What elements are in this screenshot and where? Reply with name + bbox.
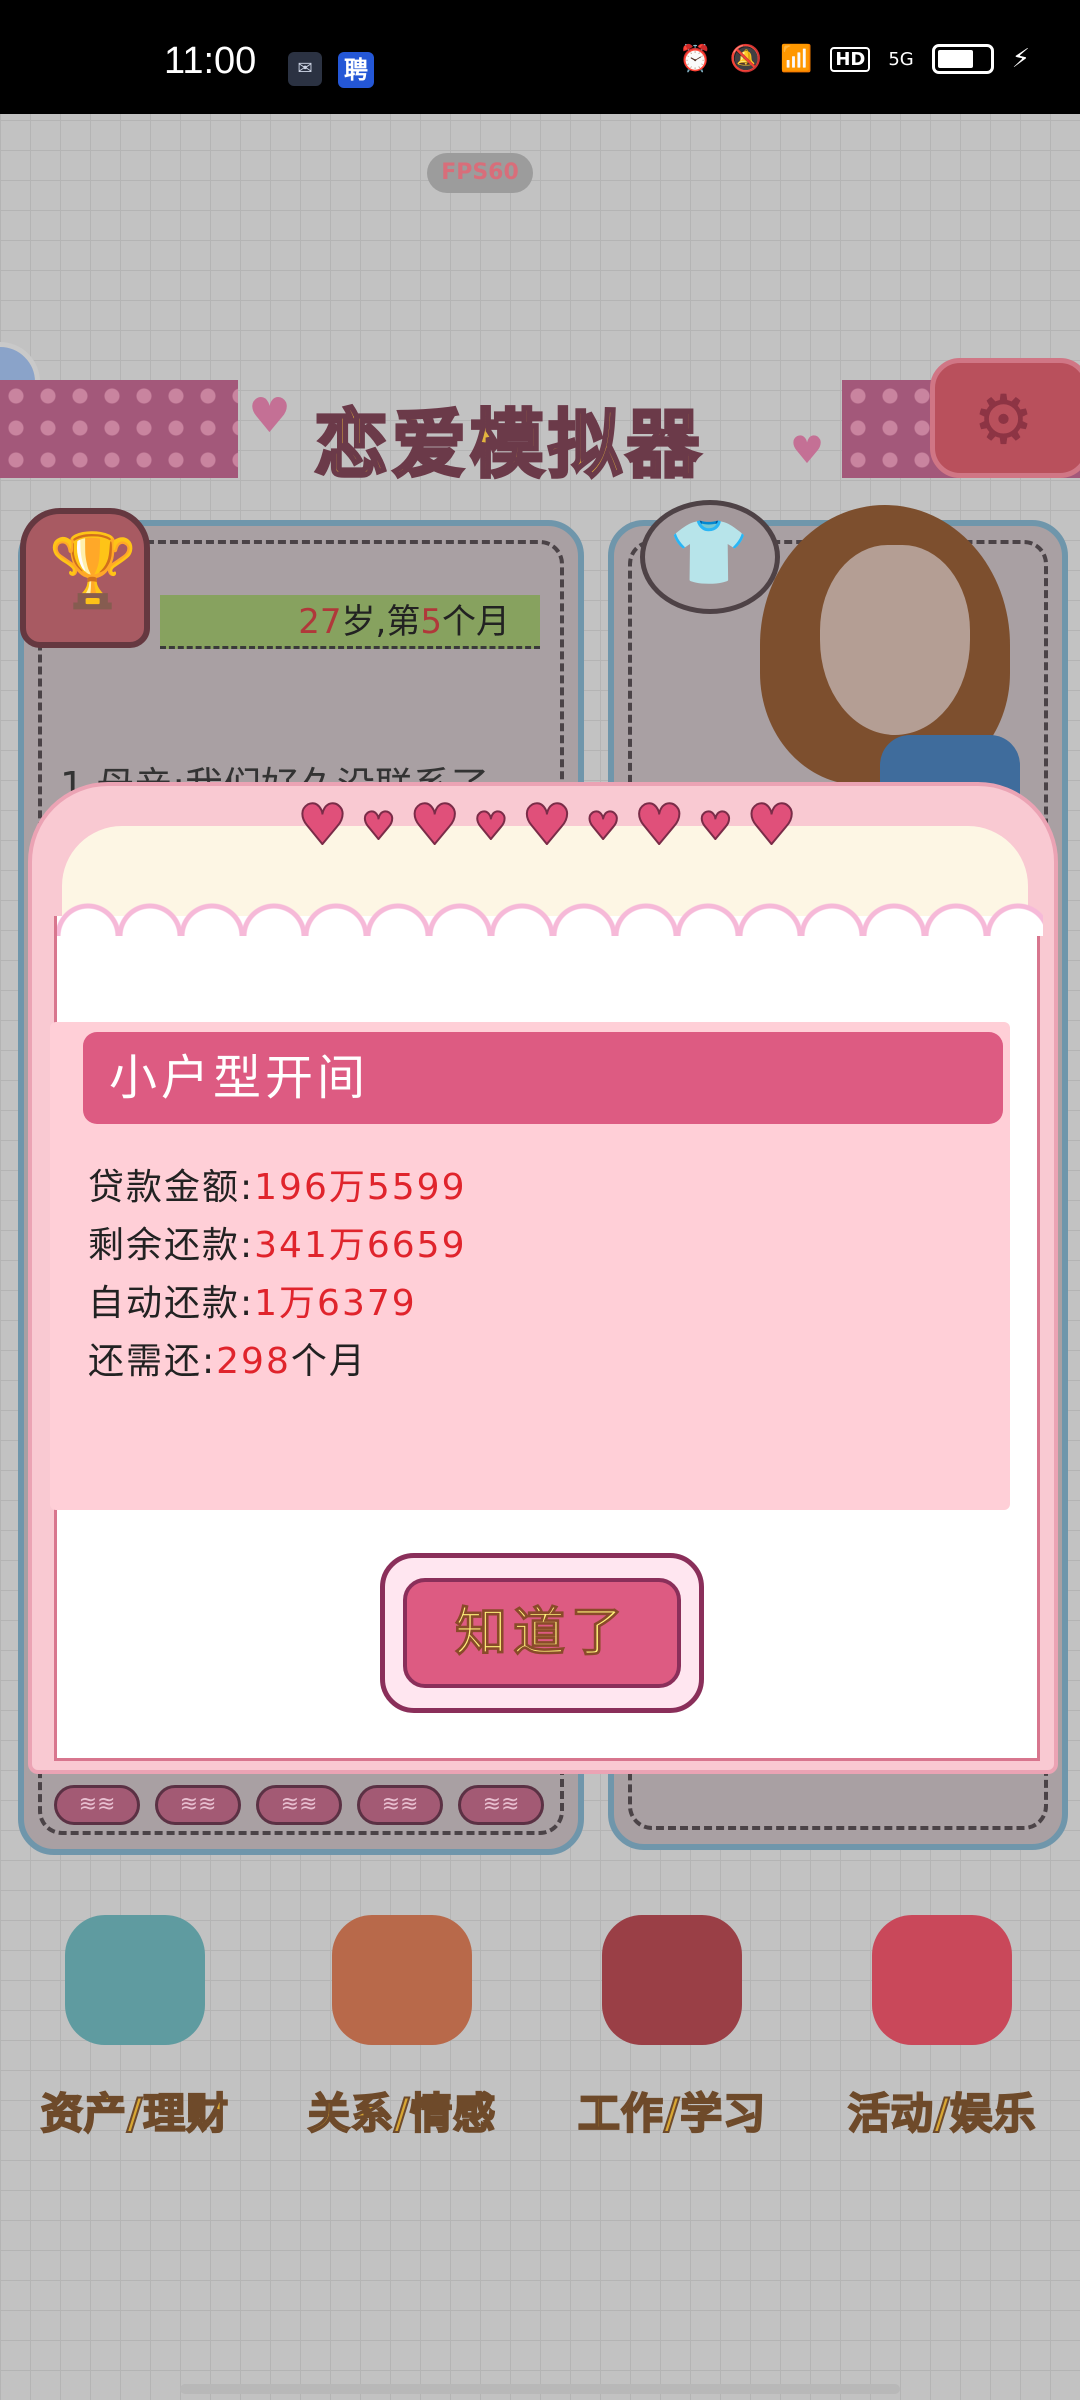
candy-icon: ≋≋ xyxy=(155,1785,241,1825)
info-label: 自动还款: xyxy=(88,1283,255,1324)
menu-label: 资产/理财 xyxy=(40,2088,230,2139)
open-book-icon xyxy=(602,1915,742,2045)
candy-icon: ≋≋ xyxy=(256,1785,342,1825)
status-bar: 11:00 ✉ 聘 ⏰ 🔕 📶 HD 5G ⚡ xyxy=(0,0,1080,114)
heart-icon: ♥ xyxy=(633,793,685,858)
outfit-bubble[interactable]: 👕 xyxy=(640,500,780,614)
heart-icon: ♥ xyxy=(745,793,797,858)
menu-assets-finance[interactable]: 资产/理财 xyxy=(20,1905,250,2145)
home-indicator[interactable] xyxy=(180,2384,900,2394)
info-row-months-left: 还需还:298个月 xyxy=(88,1332,367,1384)
trophy-icon[interactable]: 🏆 xyxy=(20,508,150,648)
heart-icon: ♥ xyxy=(697,804,733,848)
menu-label: 关系/情感 xyxy=(307,2088,497,2139)
heart-icon: ♥ xyxy=(409,793,461,858)
menu-label: 活动/娱乐 xyxy=(847,2088,1037,2139)
candy-icon: ≋≋ xyxy=(357,1785,443,1825)
info-suffix: 个月 xyxy=(290,1341,367,1382)
wifi-icon: 📶 xyxy=(779,44,813,74)
scallop-border xyxy=(57,896,1043,936)
piggy-bank-icon xyxy=(65,1915,205,2045)
info-value: 1万6379 xyxy=(254,1283,417,1324)
heart-icon: ♥ xyxy=(296,793,348,858)
coffee-cups-icon xyxy=(332,1915,472,2045)
status-time: 11:00 xyxy=(164,40,257,82)
alarm-icon: ⏰ xyxy=(679,44,712,74)
age-number: 27 xyxy=(298,602,342,642)
info-value: 298 xyxy=(216,1341,291,1382)
info-label: 贷款金额: xyxy=(88,1167,255,1208)
age-display: 27岁,第5个月 xyxy=(160,595,540,649)
heart-icon: ♥ xyxy=(585,804,621,848)
candy-icon: ≋≋ xyxy=(458,1785,544,1825)
ok-button-label[interactable]: 知道了 xyxy=(403,1578,681,1688)
network-label: 5G xyxy=(888,48,914,70)
popcorn-icon xyxy=(872,1915,1012,2045)
dialog-title: 小户型开间 xyxy=(83,1032,1003,1124)
heart-row: ♥ ♥ ♥ ♥ ♥ ♥ ♥ ♥ ♥ xyxy=(32,793,1062,858)
fps-counter: FPS60 xyxy=(427,153,533,193)
washi-tape-left xyxy=(0,380,238,478)
menu-label: 工作/学习 xyxy=(577,2088,767,2139)
info-label: 还需还: xyxy=(88,1341,217,1382)
menu-work-study[interactable]: 工作/学习 xyxy=(557,1905,787,2145)
heart-icon: ♥ xyxy=(521,793,573,858)
candy-icon: ≋≋ xyxy=(54,1785,140,1825)
gear-icon: ⚙ xyxy=(973,381,1034,460)
settings-button[interactable]: ⚙ xyxy=(930,358,1080,478)
shirt-icon: 👕 xyxy=(669,516,749,590)
ok-button[interactable]: 知道了 xyxy=(380,1553,704,1713)
recruit-app-icon: 聘 xyxy=(338,52,374,88)
charging-icon: ⚡ xyxy=(1011,44,1030,74)
info-row-loan-amount: 贷款金额:196万5599 xyxy=(88,1158,466,1210)
status-icons: ⏰ 🔕 📶 HD 5G ⚡ xyxy=(679,44,1030,74)
menu-relationship[interactable]: 关系/情感 xyxy=(287,1905,517,2145)
girlfriend-character xyxy=(760,505,1020,795)
info-value: 196万5599 xyxy=(254,1167,467,1208)
battery-icon xyxy=(931,44,994,74)
age-suffix: 岁,第 xyxy=(341,602,421,642)
month-suffix: 个月 xyxy=(442,602,510,642)
game-title: 恋爱模拟器 xyxy=(313,401,704,490)
heart-icon: ♥ xyxy=(361,804,397,848)
heart-decoration-icon: ♥ xyxy=(790,428,825,472)
info-row-remaining: 剩余还款:341万6659 xyxy=(88,1216,466,1268)
month-number: 5 xyxy=(420,602,442,642)
info-row-auto-repay: 自动还款:1万6379 xyxy=(88,1274,417,1326)
hd-badge: HD xyxy=(830,46,871,72)
mute-icon: 🔕 xyxy=(729,44,762,74)
mail-app-icon: ✉ xyxy=(288,52,322,86)
heart-icon: ♥ xyxy=(473,804,509,848)
heart-decoration-icon: ♥ xyxy=(248,388,292,444)
info-value: 341万6659 xyxy=(254,1225,467,1266)
menu-activity-fun[interactable]: 活动/娱乐 xyxy=(827,1905,1057,2145)
battery-fill xyxy=(937,50,973,68)
info-label: 剩余还款: xyxy=(88,1225,255,1266)
